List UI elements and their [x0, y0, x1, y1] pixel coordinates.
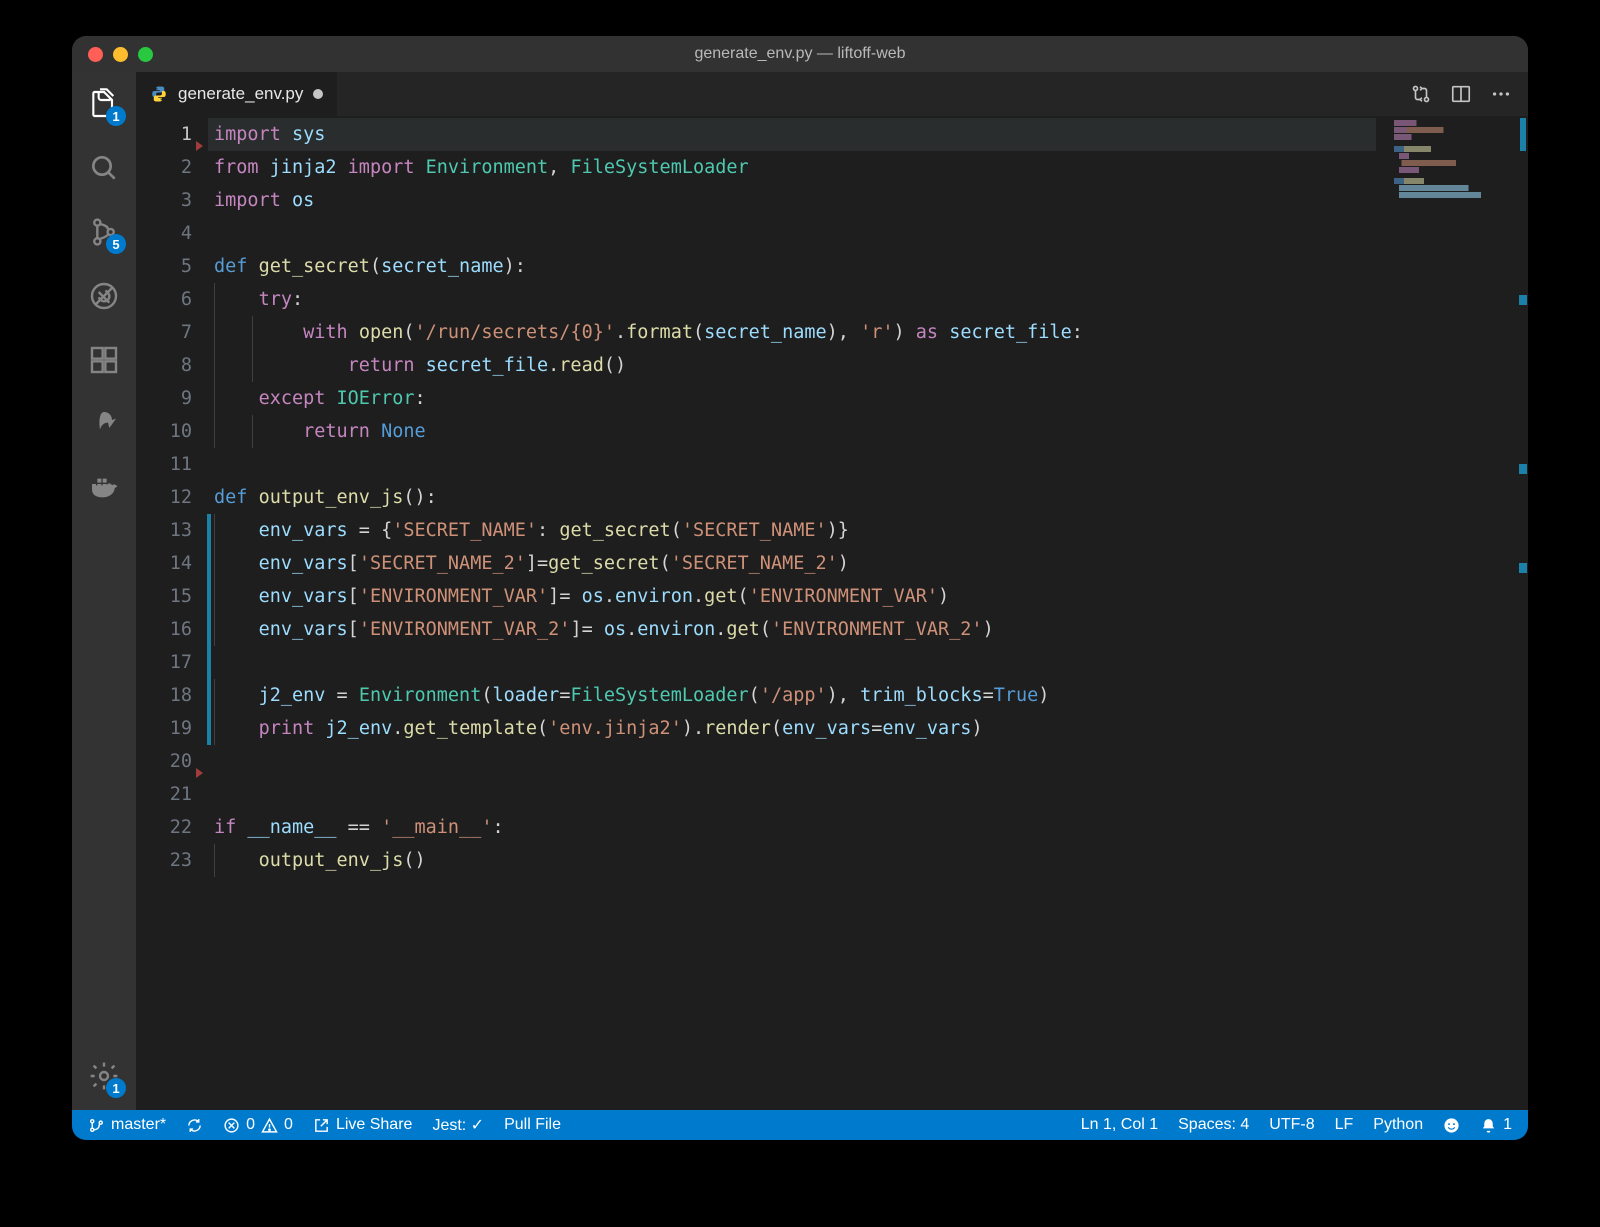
tab-filename: generate_env.py	[178, 84, 303, 104]
status-jest[interactable]: Jest: ✓	[422, 1110, 494, 1140]
code-area[interactable]: import sysfrom jinja2 import Environment…	[214, 116, 1388, 1110]
minimap-content	[1394, 120, 1518, 210]
editor-actions	[1410, 72, 1528, 116]
git-compare-icon[interactable]	[1410, 83, 1432, 105]
scm-badge: 5	[106, 234, 126, 254]
notifications-count: 1	[1503, 1116, 1512, 1134]
status-problems[interactable]: 0 0	[213, 1110, 303, 1140]
status-encoding[interactable]: UTF-8	[1259, 1110, 1324, 1140]
settings-gear-icon[interactable]: 1	[84, 1056, 124, 1096]
titlebar: generate_env.py — liftoff-web	[72, 36, 1528, 72]
status-pull-file[interactable]: Pull File	[494, 1110, 571, 1140]
live-share-icon[interactable]	[84, 404, 124, 444]
activity-bar: 1 5 1	[72, 72, 136, 1110]
branch-label: master*	[111, 1116, 166, 1134]
status-feedback-icon[interactable]	[1433, 1110, 1470, 1140]
status-cursor[interactable]: Ln 1, Col 1	[1071, 1110, 1168, 1140]
status-sync-icon[interactable]	[176, 1110, 213, 1140]
explorer-icon[interactable]: 1	[84, 84, 124, 124]
overview-ruler[interactable]	[1518, 116, 1528, 1110]
zoom-window-button[interactable]	[138, 47, 153, 62]
status-bar: master* 0 0 Live Share Jest: ✓ Pull File…	[72, 1110, 1528, 1140]
tab-generate-env[interactable]: generate_env.py	[136, 72, 338, 116]
status-branch[interactable]: master*	[78, 1110, 176, 1140]
errors-count: 0	[246, 1116, 255, 1134]
pull-file-label: Pull File	[504, 1116, 561, 1134]
minimize-window-button[interactable]	[113, 47, 128, 62]
editor[interactable]: 1234567891011121314151617181920212223 im…	[136, 116, 1528, 1110]
window-title: generate_env.py — liftoff-web	[72, 45, 1528, 63]
status-spaces[interactable]: Spaces: 4	[1168, 1110, 1259, 1140]
line-number-gutter: 1234567891011121314151617181920212223	[136, 116, 214, 1110]
split-editor-icon[interactable]	[1450, 83, 1472, 105]
docker-icon[interactable]	[84, 468, 124, 508]
extensions-icon[interactable]	[84, 340, 124, 380]
python-file-icon	[150, 85, 168, 103]
status-language[interactable]: Python	[1363, 1110, 1433, 1140]
tab-bar: generate_env.py	[136, 72, 1528, 116]
unsaved-indicator-icon	[313, 89, 323, 99]
explorer-badge: 1	[106, 106, 126, 126]
vscode-window: generate_env.py — liftoff-web 1 5	[72, 36, 1528, 1140]
status-notifications[interactable]: 1	[1470, 1110, 1522, 1140]
window-controls	[72, 47, 153, 62]
status-live-share[interactable]: Live Share	[303, 1110, 423, 1140]
status-eol[interactable]: LF	[1325, 1110, 1364, 1140]
close-window-button[interactable]	[88, 47, 103, 62]
editor-group: generate_env.py 123456789101112131415161…	[136, 72, 1528, 1110]
more-actions-icon[interactable]	[1490, 83, 1512, 105]
jest-label: Jest: ✓	[432, 1115, 484, 1135]
search-icon[interactable]	[84, 148, 124, 188]
debug-icon[interactable]	[84, 276, 124, 316]
live-share-label: Live Share	[336, 1116, 413, 1134]
minimap[interactable]	[1388, 116, 1528, 1110]
warnings-count: 0	[284, 1116, 293, 1134]
source-control-icon[interactable]: 5	[84, 212, 124, 252]
settings-badge: 1	[106, 1078, 126, 1098]
